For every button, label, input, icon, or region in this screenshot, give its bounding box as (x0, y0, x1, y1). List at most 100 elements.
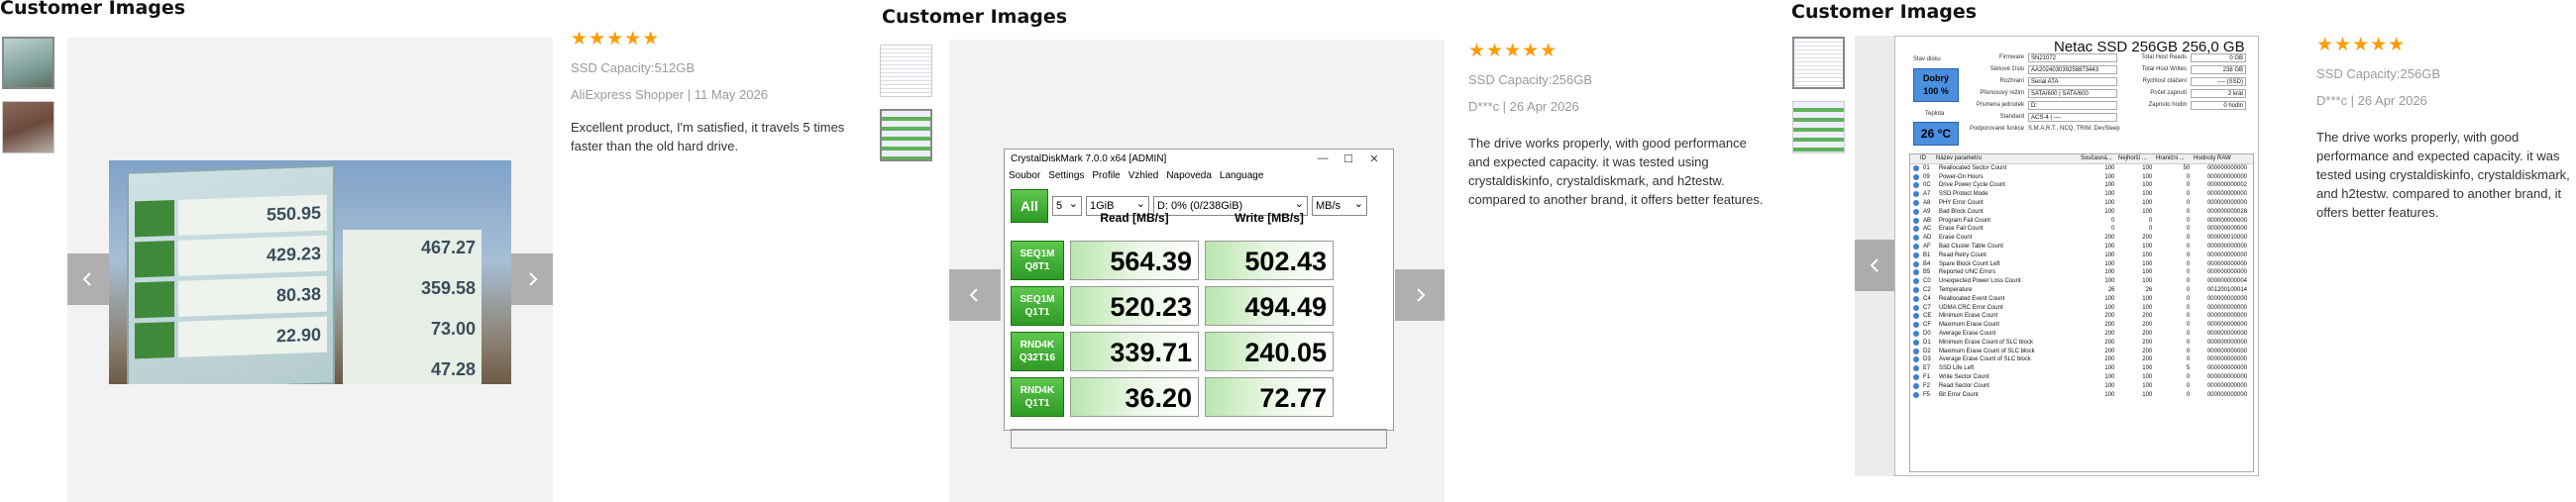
benchmark-row: SEQ1M Q8T1 564.39 502.43 (1011, 241, 1387, 282)
thumbnail-list (880, 45, 932, 173)
attribute-value: 000000000000 (2206, 365, 2248, 372)
attribute-id: AD (1922, 235, 1932, 242)
photo-value: 429.23 (178, 235, 327, 276)
all-button[interactable]: All (1011, 189, 1048, 223)
menu-language[interactable]: Language (1220, 170, 1264, 181)
attribute-name: Erase Fail Count (1938, 226, 1984, 233)
test-button[interactable]: SEQ1M Q1T1 (1011, 286, 1064, 326)
test-button[interactable]: RND4K Q32T16 (1011, 332, 1064, 371)
table-row[interactable]: AC Erase Fail Count 0 0 0 000000000000 (1910, 225, 2253, 234)
attribute-value: 100 (2104, 164, 2115, 171)
prev-image-button[interactable] (67, 253, 109, 305)
attribute-value: 0 (2148, 226, 2153, 233)
maximize-icon[interactable]: ☐ (1336, 152, 1361, 165)
table-row[interactable]: A9 Bad Block Count 100 100 0 000000000028 (1910, 208, 2253, 217)
attribute-value: 000000000000 (2206, 391, 2248, 398)
thumbnail-2[interactable] (2, 101, 54, 153)
attribute-id: D2 (1922, 348, 1931, 354)
table-row[interactable]: A8 PHY Error Count 100 100 0 000000000000 (1910, 199, 2253, 208)
attribute-id: A8 (1922, 199, 1931, 206)
customer-images-title: Customer Images (0, 0, 186, 19)
table-row[interactable]: 01 Reallocated Sector Count 100 100 50 000000… (1910, 164, 2253, 173)
table-row[interactable]: D3 Average Erase Count of SLC block 200 200… (1910, 355, 2253, 364)
table-row[interactable]: C4 Reallocated Event Count 100 100 0 00000000… (1910, 295, 2253, 304)
thumbnail-list (2, 37, 54, 165)
attribute-id: F2 (1922, 382, 1930, 389)
table-row[interactable]: D0 Average Erase Count 200 200 0 000000000000 (1910, 330, 2253, 339)
write-value: 502.43 (1205, 241, 1334, 280)
customer-photo: 550.95 429.23 80.38 22.90 467.27 359.58 … (109, 160, 511, 384)
attribute-value: 0 (2186, 304, 2191, 311)
attribute-value: 0 (2186, 391, 2191, 398)
thumbnail-1[interactable] (1792, 37, 1845, 89)
next-image-button[interactable] (511, 253, 553, 305)
status-dot-icon (1913, 226, 1919, 233)
attribute-value: 000000000002 (2206, 182, 2248, 189)
menu-soubor[interactable]: Soubor (1009, 170, 1040, 181)
attribute-id: E7 (1922, 365, 1931, 372)
attribute-name: Write Sector Count (1938, 373, 1989, 380)
minimize-icon[interactable]: — (1310, 152, 1336, 164)
table-row[interactable]: AF Bad Cluster Table Count 100 100 0 00000000… (1910, 243, 2253, 251)
attribute-value: 0 (2186, 208, 2191, 215)
menu-settings[interactable]: Settings (1048, 170, 1084, 181)
table-row[interactable]: CE Minimum Erase Count 200 200 0 000000000000 (1910, 312, 2253, 321)
attribute-id: AC (1922, 226, 1932, 233)
table-row[interactable]: C0 Unexpected Power Loss Count 100 100 0 0000… (1910, 277, 2253, 286)
table-row[interactable]: C2 Temperature 26 26 0 001200100014 (1910, 286, 2253, 295)
attribute-value: 0 (2186, 199, 2191, 206)
menu-profile[interactable]: Profile (1092, 170, 1120, 181)
table-row[interactable]: 0C Drive Power Cycle Count 100 100 0 00000000… (1910, 181, 2253, 190)
comment-field[interactable] (1011, 429, 1387, 449)
table-row[interactable]: CF Maximum Erase Count 200 200 0 000000000000 (1910, 321, 2253, 330)
table-row[interactable]: A7 SSD Protect Mode 100 100 0 000000000000 (1910, 190, 2253, 199)
attribute-value: 200 (2104, 356, 2115, 363)
menu-napoveda[interactable]: Napoveda (1166, 170, 1212, 181)
attribute-value: 100 (2104, 199, 2115, 206)
photo-value: 467.27 (343, 230, 482, 270)
attribute-name: Unexpected Power Loss Count (1938, 278, 2021, 285)
test-button[interactable]: SEQ1M Q8T1 (1011, 241, 1064, 280)
chevron-right-icon (529, 272, 538, 286)
attribute-id: D1 (1922, 339, 1931, 346)
table-row[interactable]: D1 Minimum Erase Count of SLC block 200 200… (1910, 339, 2253, 348)
attribute-name: Minimum Erase Count of SLC block (1938, 339, 2033, 346)
menu-vzhled[interactable]: Vzhled (1128, 170, 1159, 181)
attribute-value: 100 (2142, 208, 2153, 215)
close-icon[interactable]: ✕ (1361, 152, 1387, 165)
table-row[interactable]: AB Program Fail Count 0 0 0 000000000000 (1910, 217, 2253, 226)
thumbnail-1[interactable] (880, 45, 932, 97)
table-row[interactable]: 09 Power-On Hours 100 100 0 000000000000 (1910, 173, 2253, 182)
next-image-button[interactable] (1395, 269, 1445, 321)
table-header: ID Název parametru Současná... Nejhorší … (1910, 154, 2253, 164)
table-row[interactable]: F2 Read Sector Count 100 100 0 000000000000 (1910, 382, 2253, 391)
table-row[interactable]: B1 Read Retry Count 100 100 0 000000000000 (1910, 251, 2253, 260)
attribute-value: 0 (2186, 260, 2191, 267)
attribute-value: 200 (2104, 339, 2115, 346)
table-row[interactable]: AD Erase Count 200 200 0 000000010000 (1910, 234, 2253, 243)
attribute-value: 200 (2142, 313, 2153, 320)
table-row[interactable]: B4 Spare Block Count Left 100 100 0 000000000… (1910, 260, 2253, 269)
thumbnail-1[interactable] (2, 37, 54, 89)
attribute-id: B4 (1922, 260, 1931, 267)
health-status: Dobrý 100 % (1913, 68, 1959, 102)
attribute-value: 100 (2142, 373, 2153, 380)
review-panel-2: Customer Images CrystalDiskMark 7.0.0 x6… (880, 0, 1771, 502)
table-row[interactable]: B5 Reported UNC Errors 100 100 0 000000000000 (1910, 268, 2253, 277)
prev-image-button[interactable] (1855, 240, 1896, 291)
attribute-name: UDMA CRC Error Count (1938, 304, 2003, 311)
test-button[interactable]: RND4K Q1T1 (1011, 377, 1064, 417)
attribute-id: AB (1922, 217, 1931, 224)
table-row[interactable]: F5 Bit Error Count 100 100 0 000000000000 (1910, 391, 2253, 400)
attribute-value: 0 (2186, 173, 2191, 180)
status-dot-icon (1913, 251, 1919, 258)
prev-image-button[interactable] (949, 269, 1001, 321)
thumbnail-2[interactable] (880, 109, 932, 161)
table-row[interactable]: E7 SSD Life Left 100 100 5 000000000000 (1910, 364, 2253, 373)
thumbnail-2[interactable] (1792, 101, 1845, 153)
table-row[interactable]: F1 Write Sector Count 100 100 0 000000000000 (1910, 373, 2253, 382)
menu-bar: Soubor Settings Profile Vzhled Napoveda … (1005, 167, 1393, 183)
attribute-id: C4 (1922, 295, 1931, 302)
table-row[interactable]: C7 UDMA CRC Error Count 100 100 0 00000000000… (1910, 304, 2253, 313)
table-row[interactable]: D2 Maximum Erase Count of SLC block 200 200… (1910, 348, 2253, 356)
